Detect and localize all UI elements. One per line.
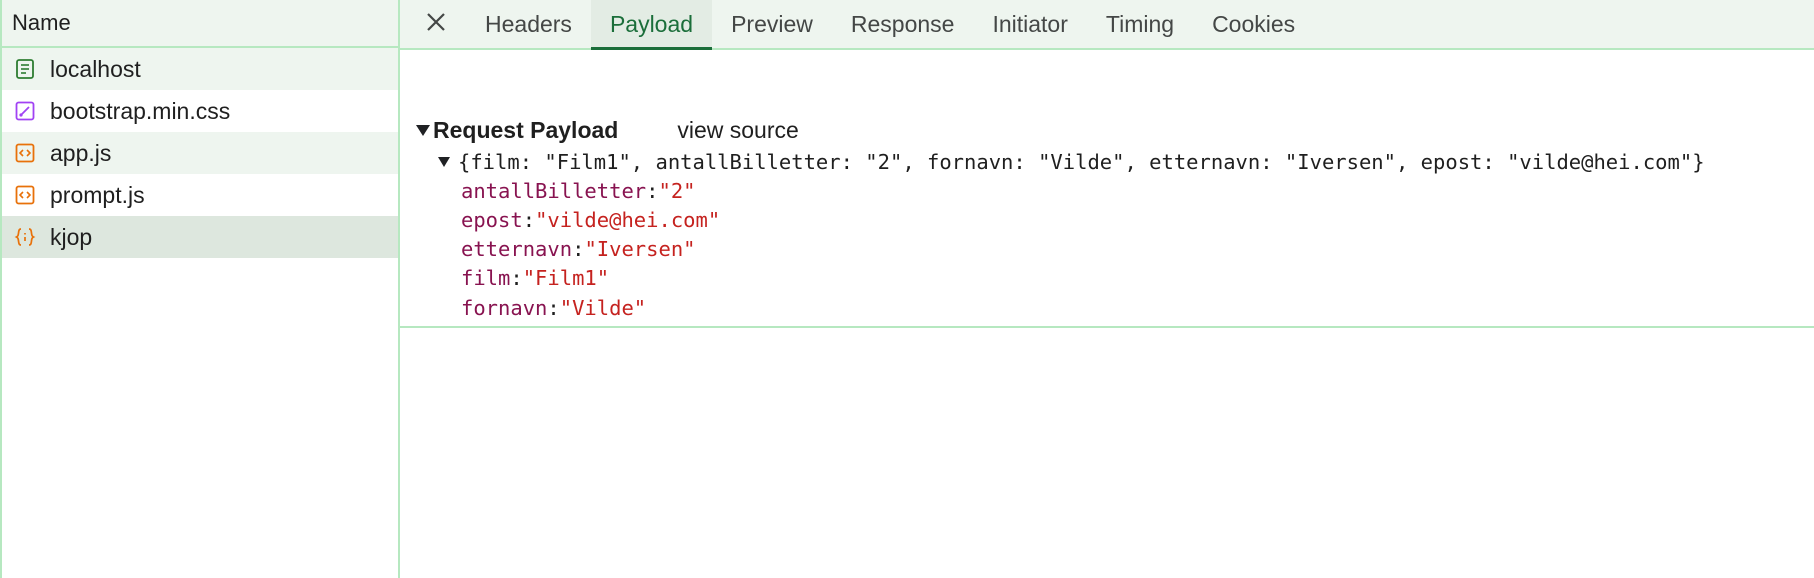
tab-preview[interactable]: Preview (712, 0, 832, 48)
property-key: antallBilletter (461, 179, 647, 203)
property-key: fornavn (461, 296, 548, 320)
tab-payload[interactable]: Payload (590, 0, 713, 50)
collapse-triangle-icon[interactable] (416, 124, 430, 136)
request-row-app-js[interactable]: app.js (2, 132, 398, 174)
request-row-kjop[interactable]: kjop (2, 216, 398, 258)
tab-timing[interactable]: Timing (1087, 0, 1193, 48)
request-row-prompt-js[interactable]: prompt.js (2, 174, 398, 216)
request-list-panel: Name localhost bootstrap.min.css app.js … (0, 0, 400, 578)
request-detail-panel: Headers Payload Preview Response Initiat… (400, 0, 1814, 578)
property-key: film (461, 266, 511, 290)
request-row-bootstrap[interactable]: bootstrap.min.css (2, 90, 398, 132)
request-name: localhost (50, 55, 141, 82)
name-column-label: Name (12, 10, 71, 35)
property-value: "2" (658, 179, 696, 203)
payload-property[interactable]: fornavn: "Vilde" (461, 293, 646, 323)
expand-triangle-icon[interactable] (438, 157, 450, 167)
object-preview-text: {film: "Film1", antallBilletter: "2", fo… (458, 150, 1705, 174)
property-value: "vilde@hei.com" (535, 208, 721, 232)
tab-response[interactable]: Response (832, 0, 974, 48)
payload-object-summary[interactable]: {film: "Film1", antallBilletter: "2", fo… (438, 146, 1705, 178)
close-icon (425, 11, 447, 38)
property-value: "Film1" (522, 266, 610, 290)
script-icon (14, 184, 36, 206)
property-value: "Vilde" (559, 296, 647, 320)
property-value: "Iversen" (584, 237, 696, 261)
empty-detail-area (400, 328, 1814, 578)
stylesheet-icon (14, 100, 36, 122)
script-icon (14, 142, 36, 164)
payload-property[interactable]: etternavn: "Iversen" (461, 234, 696, 264)
section-title: Request Payload (433, 116, 619, 143)
property-key: epost (461, 208, 523, 232)
document-icon (14, 58, 36, 80)
request-list: localhost bootstrap.min.css app.js promp… (2, 48, 398, 258)
payload-property[interactable]: film: "Film1" (461, 263, 609, 293)
tab-initiator[interactable]: Initiator (973, 0, 1086, 48)
payload-property[interactable]: epost: "vilde@hei.com" (461, 205, 720, 235)
name-column-header[interactable]: Name (2, 0, 398, 48)
property-key: etternavn (461, 237, 573, 261)
close-button[interactable] (414, 0, 458, 48)
tab-headers[interactable]: Headers (466, 0, 591, 48)
payload-property[interactable]: antallBilletter: "2" (461, 176, 696, 206)
view-source-link[interactable]: view source (677, 117, 798, 144)
fetch-json-icon (14, 226, 36, 248)
detail-tabbar: Headers Payload Preview Response Initiat… (400, 0, 1814, 50)
payload-section: Request Payload view source {film: "Film… (400, 50, 1814, 328)
request-name: app.js (50, 139, 112, 166)
payload-section-header: Request Payload view source (416, 114, 799, 146)
tab-cookies[interactable]: Cookies (1193, 0, 1314, 48)
request-name: kjop (50, 223, 93, 250)
request-row-localhost[interactable]: localhost (2, 48, 398, 90)
request-name: bootstrap.min.css (50, 97, 231, 124)
request-name: prompt.js (50, 181, 145, 208)
